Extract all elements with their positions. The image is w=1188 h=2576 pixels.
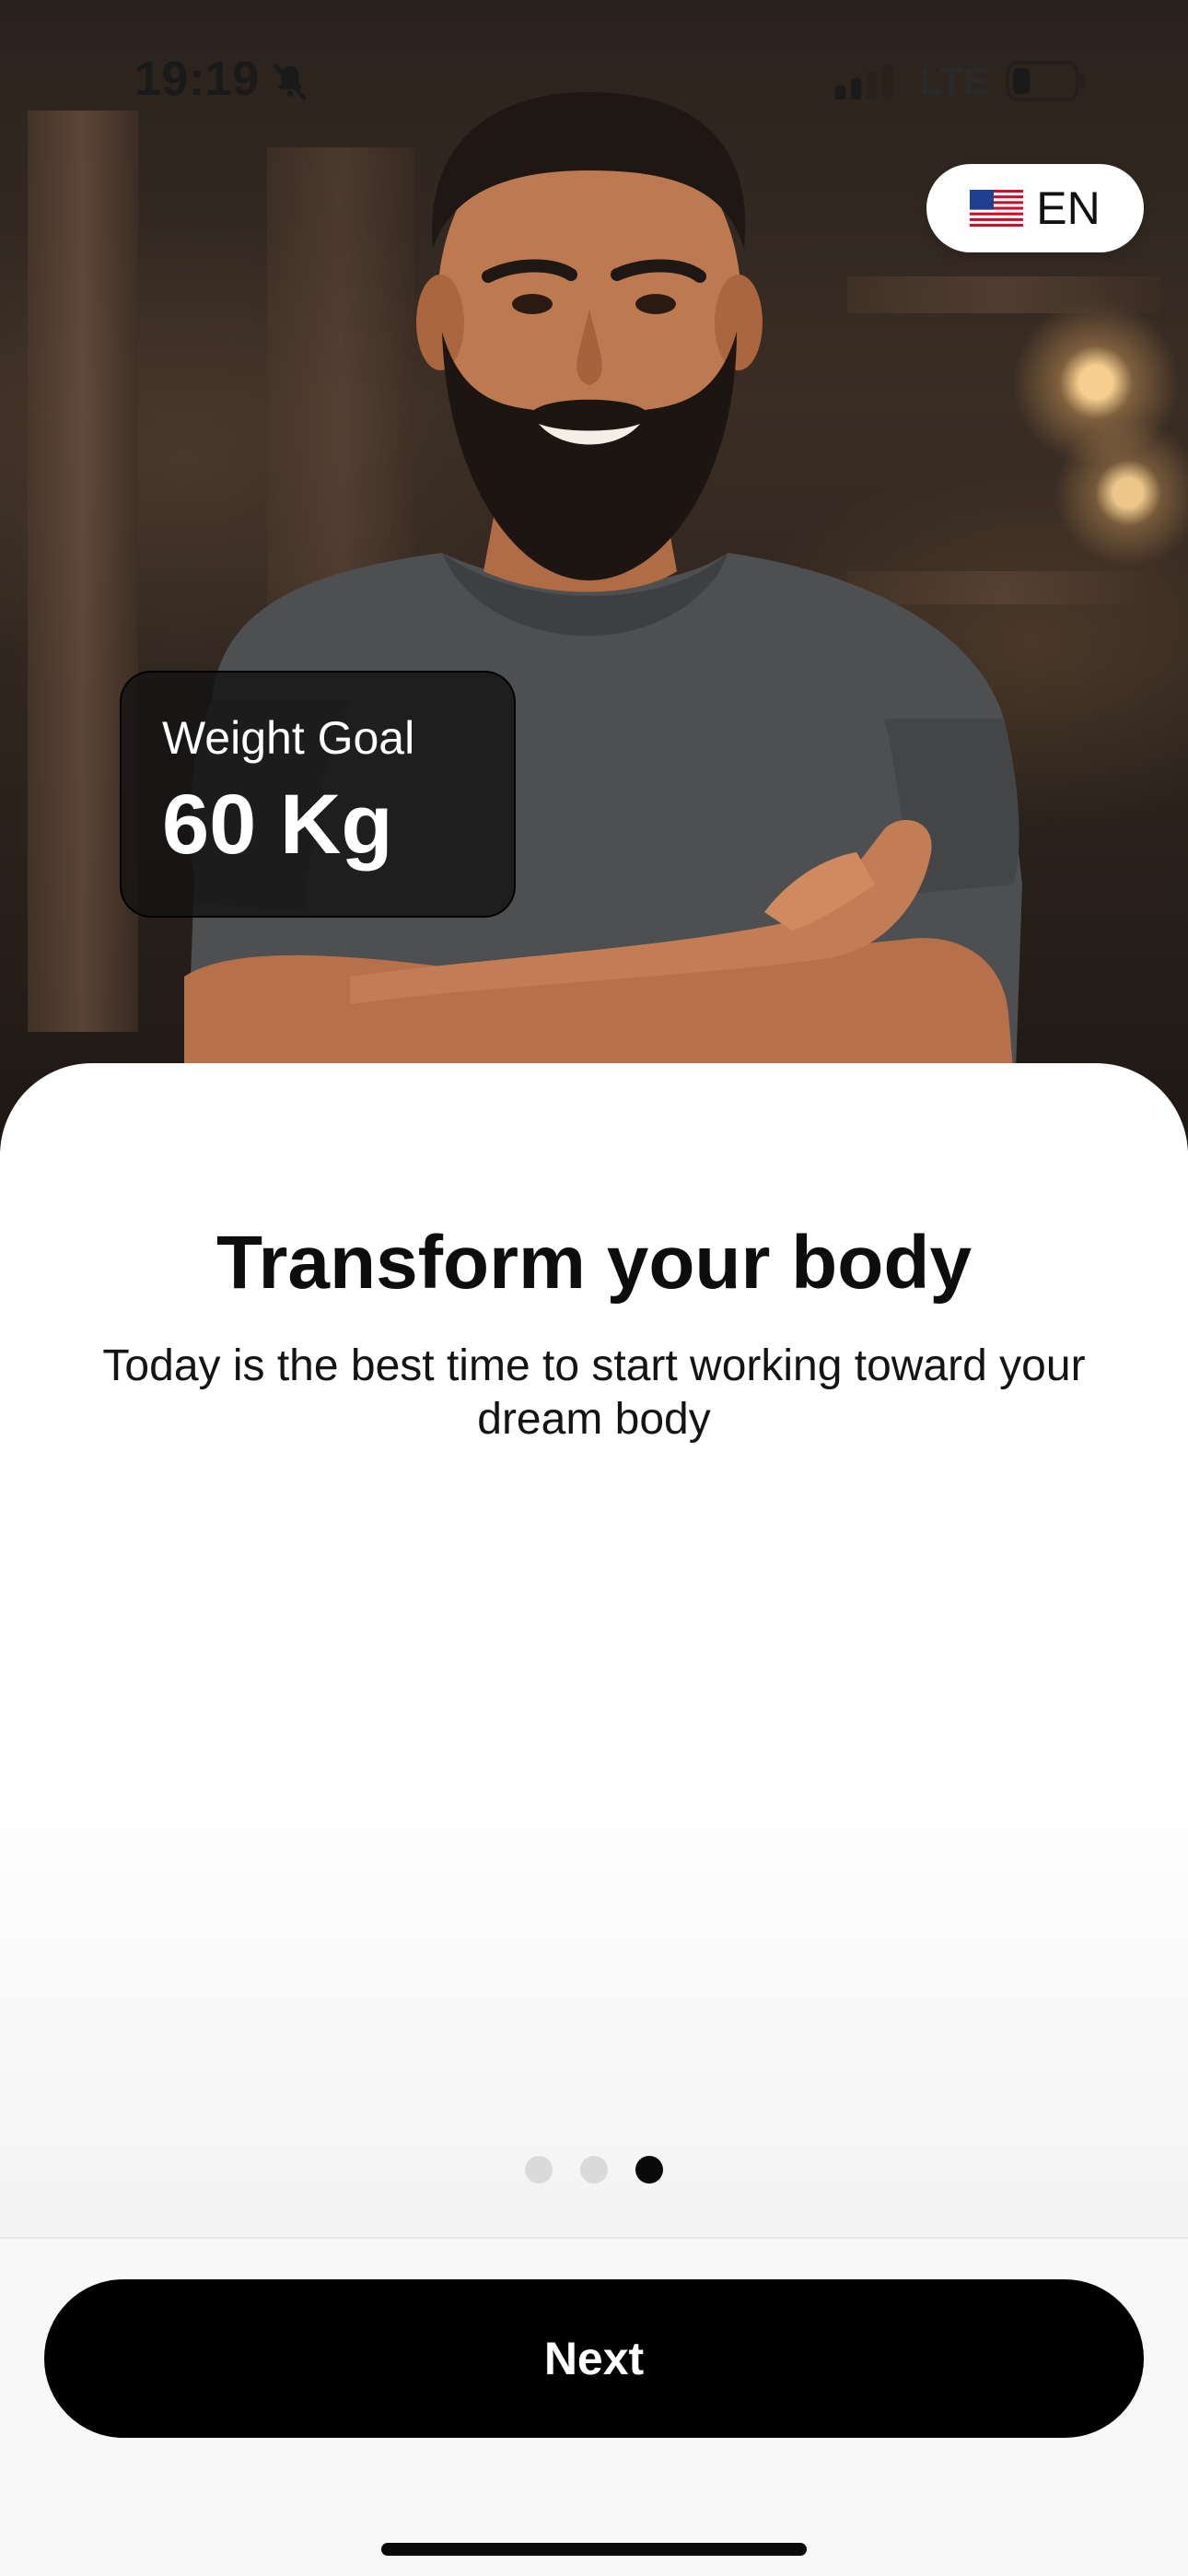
us-flag-icon — [970, 190, 1024, 227]
language-code: EN — [1036, 182, 1101, 234]
page-dot-1[interactable] — [525, 2156, 553, 2184]
onboarding-sheet: Transform your body Today is the best ti… — [0, 1063, 1188, 2239]
network-type-label: LTE — [919, 59, 990, 102]
weight-goal-value: 60 Kg — [162, 778, 393, 872]
onboarding-screen: 19:19 LTE EN Weight Goal 60 Kg Transform… — [0, 0, 1188, 2576]
battery-icon — [1006, 61, 1085, 101]
weight-goal-label: Weight Goal — [162, 712, 415, 764]
page-dot-3-active[interactable] — [635, 2156, 663, 2184]
status-bar: 19:19 LTE — [0, 0, 1188, 157]
onboarding-subtitle: Today is the best time to start working … — [102, 1341, 1086, 1444]
onboarding-title: Transform your body — [215, 1221, 973, 1305]
footer-bar: Next — [0, 2237, 1188, 2576]
weight-goal-card: Weight Goal 60 Kg — [120, 671, 516, 918]
next-button[interactable]: Next — [44, 2279, 1144, 2438]
status-time: 19:19 — [134, 53, 260, 106]
language-selector[interactable]: EN — [926, 164, 1144, 252]
signal-icon — [834, 64, 893, 100]
bell-slash-icon — [274, 64, 307, 100]
home-indicator[interactable] — [381, 2543, 807, 2556]
page-dot-2[interactable] — [580, 2156, 608, 2184]
page-indicator — [0, 2156, 1188, 2184]
